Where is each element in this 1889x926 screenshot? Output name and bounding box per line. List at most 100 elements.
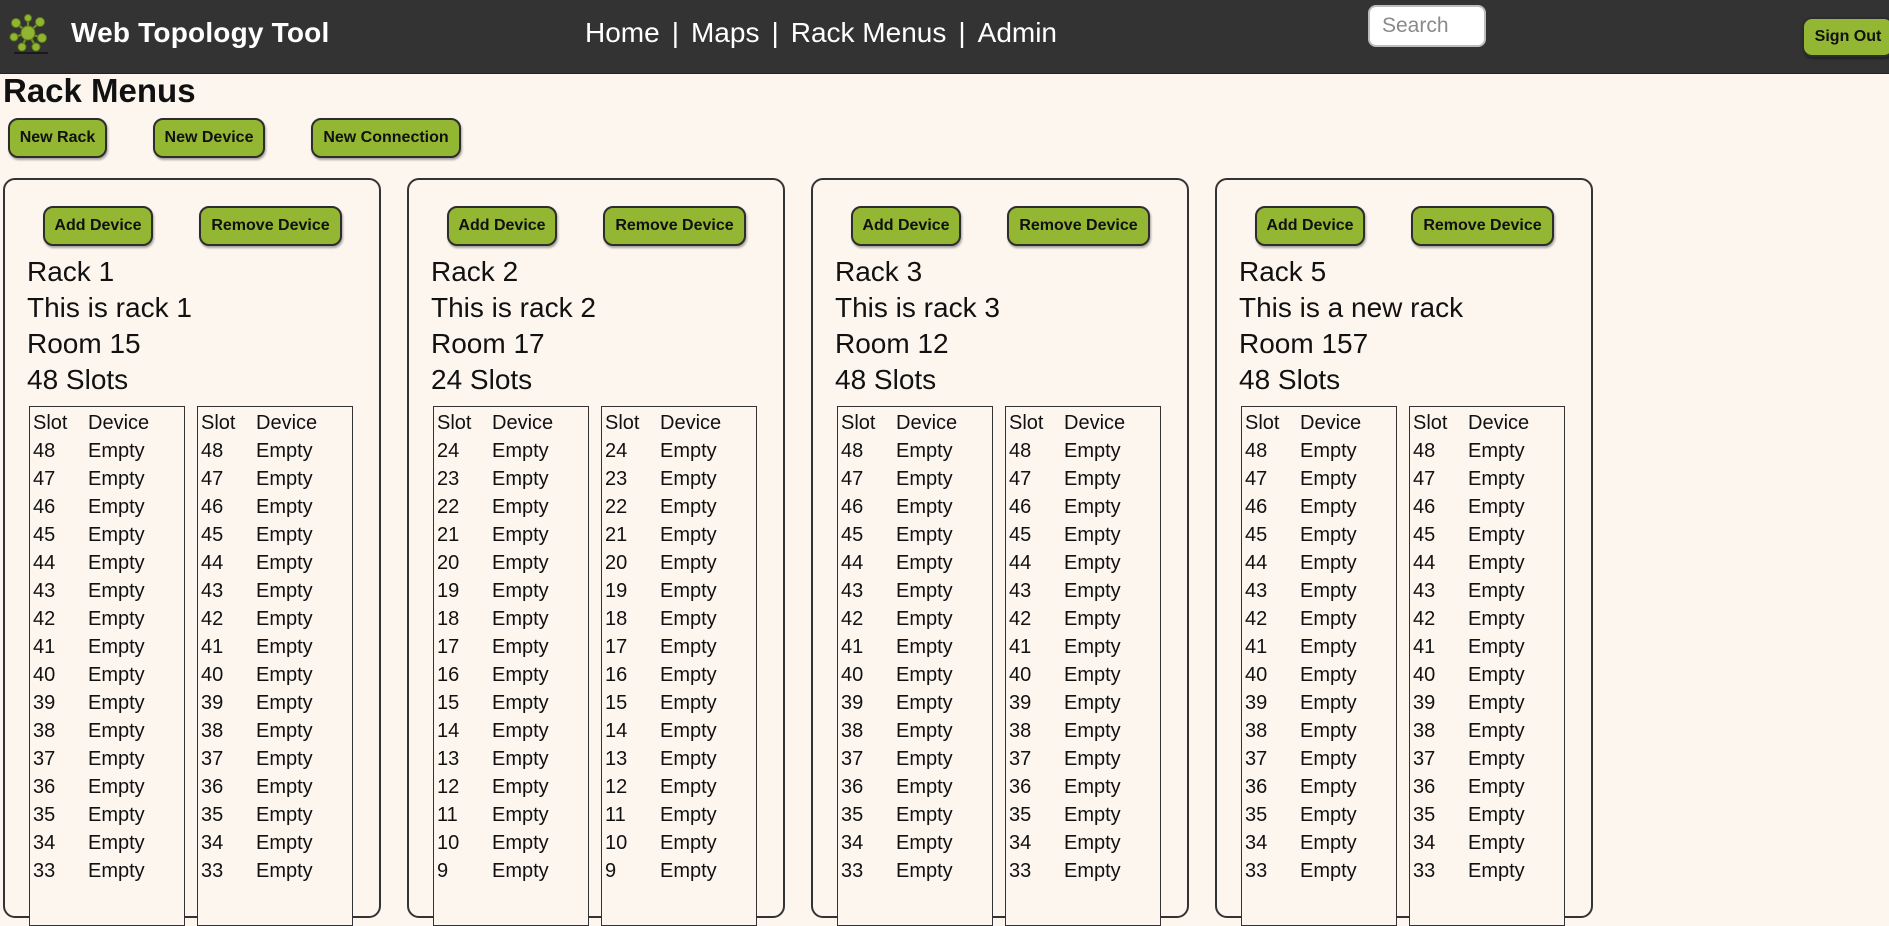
slot-row[interactable]: 37 Empty <box>1006 745 1160 773</box>
slot-row[interactable]: 41 Empty <box>1006 633 1160 661</box>
slot-row[interactable]: 35 Empty <box>1006 801 1160 829</box>
slot-row[interactable]: 33 Empty <box>1242 857 1396 885</box>
add-device-button[interactable]: Add Device <box>447 206 557 246</box>
slot-row[interactable]: 37 Empty <box>1242 745 1396 773</box>
slot-row[interactable]: 39 Empty <box>1410 689 1564 717</box>
slot-row[interactable]: 48 Empty <box>1242 437 1396 465</box>
slot-row[interactable]: 34 Empty <box>1410 829 1564 857</box>
add-device-button[interactable]: Add Device <box>43 206 153 246</box>
cluster-network-logo-icon[interactable] <box>8 13 54 57</box>
slot-row[interactable]: 36 Empty <box>1410 773 1564 801</box>
slot-row[interactable]: 35 Empty <box>838 801 992 829</box>
slot-row[interactable]: 37 Empty <box>198 745 352 773</box>
slot-row[interactable]: 34 Empty <box>838 829 992 857</box>
add-device-button[interactable]: Add Device <box>1255 206 1365 246</box>
slot-row[interactable]: 41 Empty <box>838 633 992 661</box>
slot-row[interactable]: 42 Empty <box>198 605 352 633</box>
slot-row[interactable]: 13 Empty <box>434 745 588 773</box>
slot-row[interactable]: 15 Empty <box>602 689 756 717</box>
remove-device-button[interactable]: Remove Device <box>1411 206 1554 246</box>
slot-row[interactable]: 18 Empty <box>434 605 588 633</box>
slot-row[interactable]: 45 Empty <box>1006 521 1160 549</box>
slot-row[interactable]: 22 Empty <box>434 493 588 521</box>
slot-row[interactable]: 22 Empty <box>602 493 756 521</box>
slot-row[interactable]: 46 Empty <box>1410 493 1564 521</box>
slot-row[interactable]: 42 Empty <box>1410 605 1564 633</box>
slot-row[interactable]: 46 Empty <box>30 493 184 521</box>
slot-row[interactable]: 43 Empty <box>838 577 992 605</box>
slot-row[interactable]: 47 Empty <box>30 465 184 493</box>
slot-row[interactable]: 46 Empty <box>198 493 352 521</box>
slot-row[interactable]: 34 Empty <box>1242 829 1396 857</box>
slot-row[interactable]: 42 Empty <box>838 605 992 633</box>
slot-row[interactable]: 33 Empty <box>1006 857 1160 885</box>
remove-device-button[interactable]: Remove Device <box>199 206 342 246</box>
slot-row[interactable]: 39 Empty <box>1006 689 1160 717</box>
slot-row[interactable]: 44 Empty <box>1006 549 1160 577</box>
add-device-button[interactable]: Add Device <box>851 206 961 246</box>
slot-row[interactable]: 43 Empty <box>198 577 352 605</box>
slot-row[interactable]: 41 Empty <box>198 633 352 661</box>
nav-maps-link[interactable]: Maps <box>691 17 759 48</box>
slot-row[interactable]: 44 Empty <box>30 549 184 577</box>
slot-row[interactable]: 34 Empty <box>198 829 352 857</box>
slot-row[interactable]: 21 Empty <box>602 521 756 549</box>
slot-row[interactable]: 43 Empty <box>1006 577 1160 605</box>
slot-row[interactable]: 46 Empty <box>838 493 992 521</box>
slot-row[interactable]: 40 Empty <box>198 661 352 689</box>
slot-row[interactable]: 21 Empty <box>434 521 588 549</box>
slot-row[interactable]: 48 Empty <box>30 437 184 465</box>
slot-row[interactable]: 40 Empty <box>30 661 184 689</box>
new-device-button[interactable]: New Device <box>153 118 265 158</box>
slot-row[interactable]: 9 Empty <box>602 857 756 885</box>
slot-row[interactable]: 41 Empty <box>1242 633 1396 661</box>
slot-row[interactable]: 34 Empty <box>30 829 184 857</box>
slot-row[interactable]: 40 Empty <box>1006 661 1160 689</box>
slot-row[interactable]: 40 Empty <box>1242 661 1396 689</box>
slot-row[interactable]: 34 Empty <box>1006 829 1160 857</box>
slot-row[interactable]: 37 Empty <box>838 745 992 773</box>
slot-row[interactable]: 39 Empty <box>30 689 184 717</box>
slot-row[interactable]: 42 Empty <box>30 605 184 633</box>
slot-row[interactable]: 18 Empty <box>602 605 756 633</box>
slot-row[interactable]: 43 Empty <box>1410 577 1564 605</box>
slot-row[interactable]: 39 Empty <box>838 689 992 717</box>
slot-row[interactable]: 35 Empty <box>1410 801 1564 829</box>
slot-row[interactable]: 48 Empty <box>198 437 352 465</box>
slot-row[interactable]: 43 Empty <box>1242 577 1396 605</box>
slot-row[interactable]: 20 Empty <box>602 549 756 577</box>
slot-row[interactable]: 39 Empty <box>198 689 352 717</box>
slot-row[interactable]: 37 Empty <box>30 745 184 773</box>
slot-row[interactable]: 15 Empty <box>434 689 588 717</box>
slot-row[interactable]: 37 Empty <box>1410 745 1564 773</box>
slot-row[interactable]: 16 Empty <box>434 661 588 689</box>
slot-row[interactable]: 44 Empty <box>838 549 992 577</box>
remove-device-button[interactable]: Remove Device <box>1007 206 1150 246</box>
slot-row[interactable]: 38 Empty <box>838 717 992 745</box>
new-connection-button[interactable]: New Connection <box>311 118 461 158</box>
slot-row[interactable]: 44 Empty <box>1410 549 1564 577</box>
slot-row[interactable]: 48 Empty <box>838 437 992 465</box>
slot-row[interactable]: 35 Empty <box>30 801 184 829</box>
slot-row[interactable]: 16 Empty <box>602 661 756 689</box>
slot-row[interactable]: 45 Empty <box>838 521 992 549</box>
slot-row[interactable]: 20 Empty <box>434 549 588 577</box>
slot-row[interactable]: 36 Empty <box>30 773 184 801</box>
slot-row[interactable]: 47 Empty <box>1006 465 1160 493</box>
slot-row[interactable]: 36 Empty <box>838 773 992 801</box>
slot-row[interactable]: 41 Empty <box>1410 633 1564 661</box>
slot-row[interactable]: 47 Empty <box>838 465 992 493</box>
slot-row[interactable]: 33 Empty <box>30 857 184 885</box>
slot-row[interactable]: 44 Empty <box>198 549 352 577</box>
slot-row[interactable]: 38 Empty <box>30 717 184 745</box>
slot-row[interactable]: 19 Empty <box>602 577 756 605</box>
slot-row[interactable]: 38 Empty <box>1006 717 1160 745</box>
slot-row[interactable]: 19 Empty <box>434 577 588 605</box>
slot-row[interactable]: 48 Empty <box>1410 437 1564 465</box>
slot-row[interactable]: 33 Empty <box>198 857 352 885</box>
slot-row[interactable]: 43 Empty <box>30 577 184 605</box>
slot-row[interactable]: 40 Empty <box>1410 661 1564 689</box>
slot-row[interactable]: 33 Empty <box>1410 857 1564 885</box>
slot-row[interactable]: 38 Empty <box>1242 717 1396 745</box>
slot-row[interactable]: 46 Empty <box>1006 493 1160 521</box>
